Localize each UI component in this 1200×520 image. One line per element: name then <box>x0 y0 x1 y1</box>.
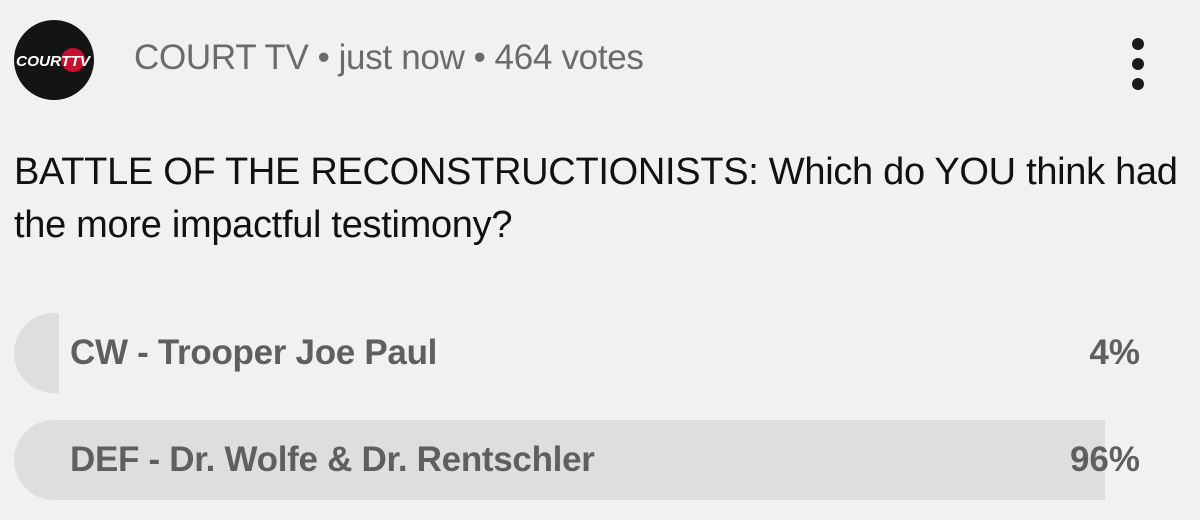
post-header: COURTTV COURT TV • just now • 464 votes <box>14 20 1200 100</box>
more-dot-icon <box>1132 78 1144 90</box>
more-dot-icon <box>1132 58 1144 70</box>
vote-count: 464 votes <box>494 38 644 77</box>
court-tv-logo-icon: COURTTV <box>16 48 92 72</box>
post-meta: COURT TV • just now • 464 votes <box>134 38 644 78</box>
meta-separator: • <box>473 38 486 77</box>
poll-option-label: DEF - Dr. Wolfe & Dr. Rentschler <box>70 440 595 479</box>
channel-name[interactable]: COURT TV <box>134 38 309 78</box>
poll-option-cw[interactable]: CW - Trooper Joe Paul 4% <box>14 313 1150 393</box>
poll-option-def[interactable]: DEF - Dr. Wolfe & Dr. Rentschler 96% <box>14 420 1150 500</box>
svg-text:COURTTV: COURTTV <box>16 53 92 70</box>
poll-question: BATTLE OF THE RECONSTRUCTIONISTS: Which … <box>14 151 1178 246</box>
poll-option-percent: 96% <box>1069 440 1140 479</box>
channel-avatar[interactable]: COURTTV <box>14 20 94 100</box>
more-dot-icon <box>1132 38 1144 50</box>
meta-separator: • <box>317 38 330 77</box>
post-time: just now <box>338 38 465 77</box>
more-options-button[interactable] <box>1118 32 1158 96</box>
poll-option-fill <box>14 313 60 393</box>
poll-option-label: CW - Trooper Joe Paul <box>70 333 438 372</box>
poll-option-percent: 4% <box>1089 333 1140 372</box>
